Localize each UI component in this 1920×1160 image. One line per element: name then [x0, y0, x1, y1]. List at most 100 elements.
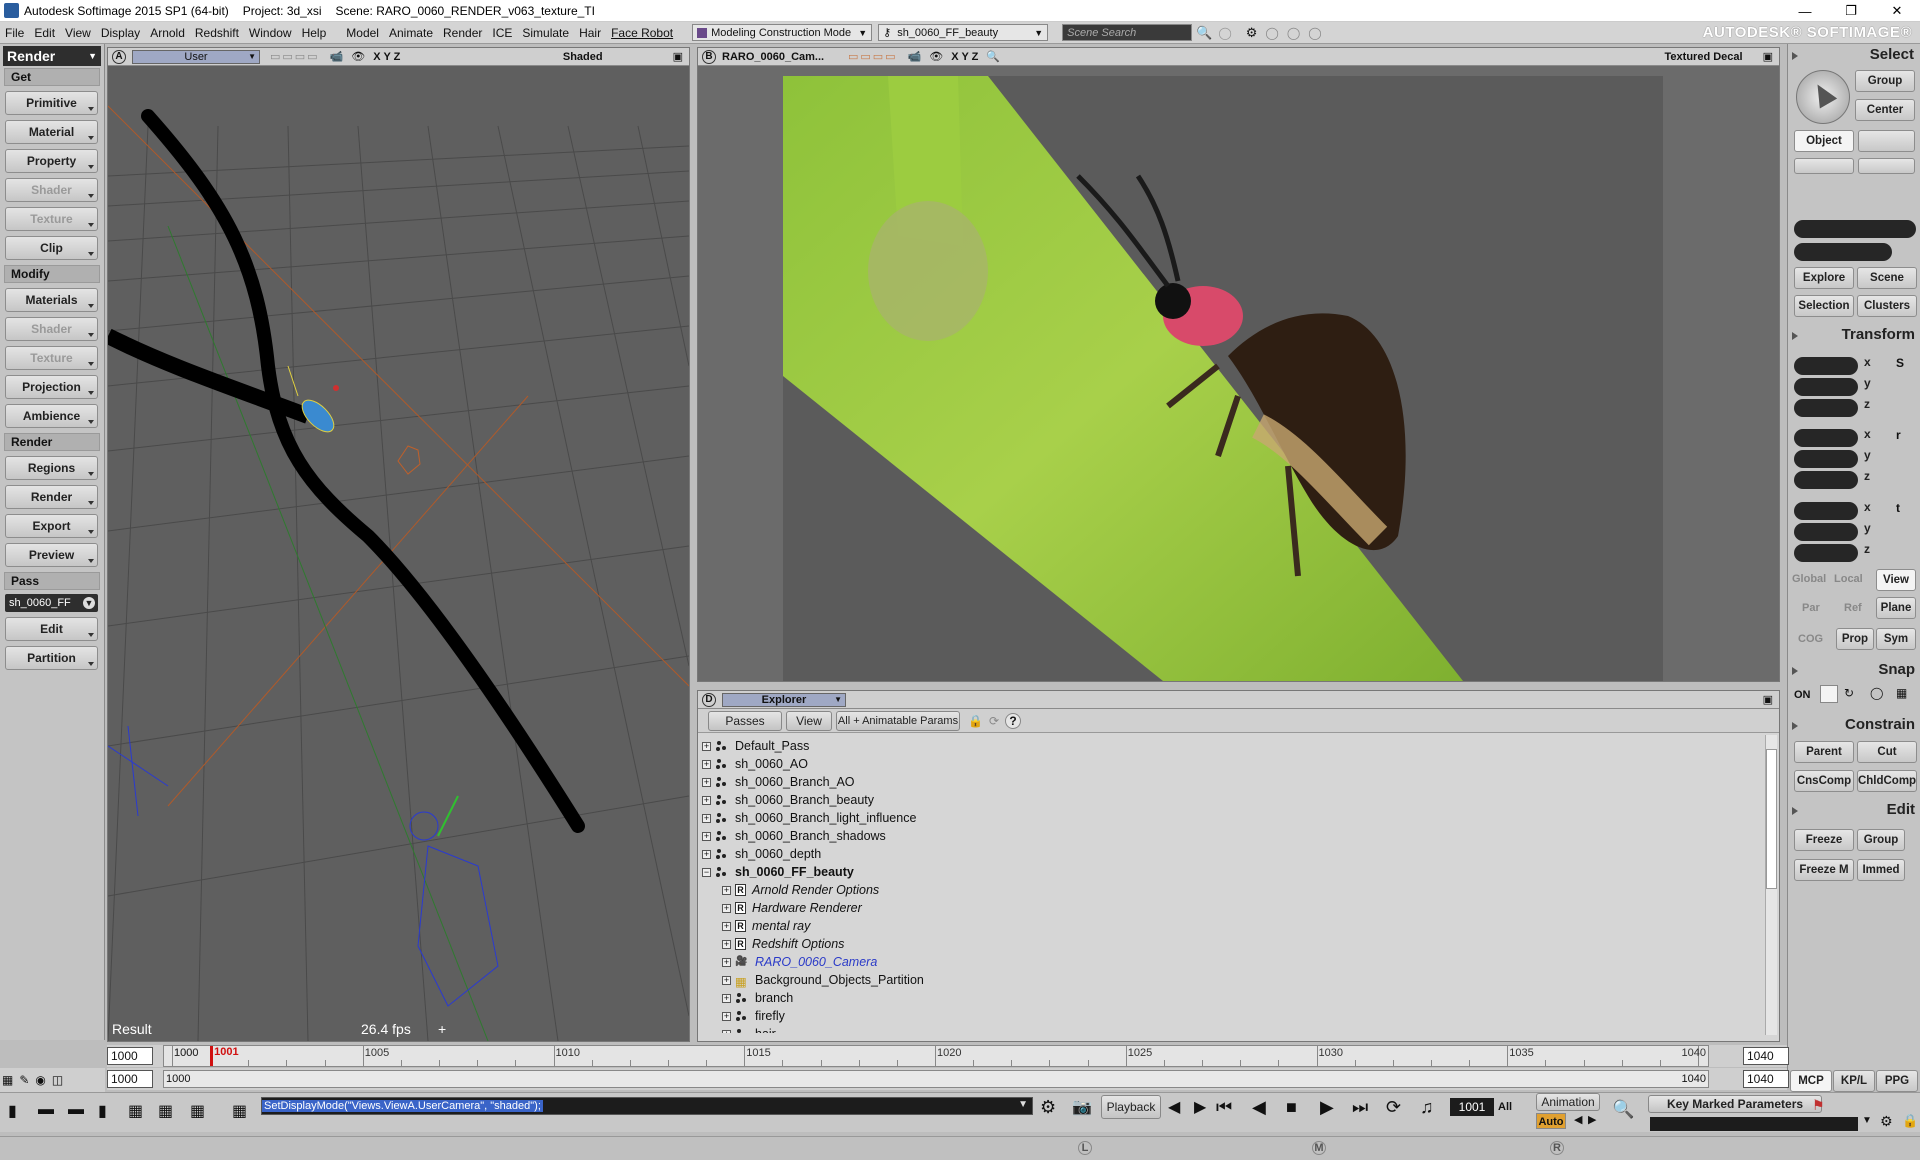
menu-arnold[interactable]: Arnold [145, 26, 190, 40]
range-end-field[interactable]: 1040 [1743, 1070, 1789, 1088]
rotate-x-field[interactable] [1794, 429, 1858, 447]
stop-icon[interactable]: ■ [1286, 1097, 1297, 1118]
ref-toggle[interactable]: Ref [1844, 602, 1862, 614]
select-tool-icon[interactable] [1796, 70, 1850, 124]
expand-icon[interactable]: + [702, 813, 711, 823]
modify-texture-button[interactable]: Texture [5, 346, 98, 370]
parent-button[interactable]: Parent [1794, 741, 1854, 763]
current-frame-field[interactable]: 1001 [1450, 1098, 1494, 1116]
menu-model[interactable]: Model [341, 26, 384, 40]
audio-icon[interactable]: ♫ [1420, 1097, 1434, 1118]
scale-z-field[interactable] [1794, 399, 1858, 417]
render-view-canvas[interactable] [698, 66, 1779, 681]
view-toggle[interactable]: View [1876, 569, 1916, 591]
tree-item[interactable]: + sh_0060_Branch_light_influence [702, 809, 1779, 827]
search-icon[interactable]: 🔍 [1196, 25, 1212, 41]
last-frame-icon[interactable]: ⏭ [1352, 1097, 1368, 1118]
layout-icon-2[interactable]: ▬ [38, 1101, 54, 1119]
key-param-field[interactable] [1650, 1117, 1858, 1131]
plane-toggle[interactable]: Plane [1876, 597, 1916, 619]
menu-hair[interactable]: Hair [574, 26, 606, 40]
partition-button[interactable]: Partition [5, 646, 98, 670]
snap-point-icon[interactable] [1820, 685, 1838, 703]
preview-button[interactable]: Preview [5, 543, 98, 567]
viewport-b[interactable]: B RARO_0060_Cam... ▭▭▭▭ 📹 👁 X Y Z 🔍 Text… [697, 47, 1780, 682]
tree-item[interactable]: + sh_0060_depth [702, 845, 1779, 863]
tree-item[interactable]: + Default_Pass [702, 737, 1779, 755]
search-clear-icon[interactable]: ◯ [1218, 26, 1231, 40]
translate-y-field[interactable] [1794, 523, 1858, 541]
camera-icon[interactable]: 📹 [908, 50, 922, 63]
translate-z-field[interactable] [1794, 544, 1858, 562]
cnscomp-button[interactable]: CnsComp [1794, 770, 1854, 792]
viewport-a[interactable]: A User ▼ ▭▭▭▭ 📹 👁 X Y Z Shaded ▣ Result … [107, 47, 690, 1042]
local-toggle[interactable]: Local [1834, 573, 1863, 585]
globe-tool-icon[interactable]: ◉ [35, 1073, 45, 1087]
scale-y-field[interactable] [1794, 378, 1858, 396]
refresh-icon[interactable]: ⟳ [989, 714, 999, 728]
pass-selector[interactable]: sh_0060_FF ▼ [5, 594, 98, 612]
select-object-button[interactable]: Object [1794, 130, 1854, 152]
pass-dropdown[interactable]: ⚷ sh_0060_FF_beauty ▼ [878, 24, 1049, 41]
key-prev-icon[interactable]: ◀ [1574, 1113, 1582, 1126]
layout-tool-icon[interactable]: ◫ [52, 1073, 63, 1087]
viewport-b-letter[interactable]: B [702, 49, 716, 64]
par-toggle[interactable]: Par [1802, 602, 1820, 614]
tree-item[interactable]: + sh_0060_Branch_beauty [702, 791, 1779, 809]
scale-y-label[interactable]: y [1864, 376, 1871, 390]
timeline[interactable]: 1000 1000 1005 1010 1015 1020 1025 1030 1035 100… [107, 1045, 1789, 1067]
tree-item[interactable]: + sh_0060_Branch_shadows [702, 827, 1779, 845]
rotate-y-field[interactable] [1794, 450, 1858, 468]
maximize-icon[interactable]: ▣ [1763, 50, 1773, 63]
expand-icon[interactable]: + [702, 777, 711, 787]
range-bar[interactable]: 1000 1040 [163, 1070, 1709, 1088]
translate-z-label[interactable]: z [1864, 542, 1870, 556]
snapshot-icon[interactable]: 📷 [1072, 1097, 1092, 1117]
explorer-letter[interactable]: D [702, 692, 716, 707]
expand-icon[interactable]: + [722, 903, 731, 913]
camera-icon[interactable]: 📹 [330, 50, 344, 63]
scale-z-label[interactable]: z [1864, 397, 1870, 411]
rotate-x-label[interactable]: x [1864, 427, 1871, 441]
rotate-y-label[interactable]: y [1864, 448, 1871, 462]
clip-button[interactable]: Clip [5, 236, 98, 260]
translate-x-label[interactable]: x [1864, 500, 1871, 514]
scene-button[interactable]: Scene [1857, 267, 1917, 289]
viewport-b-toolbar-icons[interactable]: ▭▭▭▭ [848, 50, 898, 63]
primitive-button[interactable]: Primitive [5, 91, 98, 115]
viewport-toolbar-icons[interactable]: ▭▭▭▭ [270, 50, 320, 63]
axes-b-label[interactable]: X Y Z [951, 51, 978, 63]
chldcomp-button[interactable]: ChldComp [1857, 770, 1917, 792]
layout-icon-8[interactable]: ▦ [232, 1101, 247, 1121]
maximize-icon[interactable]: ▣ [1763, 693, 1773, 706]
lock-icon[interactable]: 🔒 [1902, 1113, 1918, 1129]
camera-dropdown[interactable]: User ▼ [132, 49, 260, 64]
material-button[interactable]: Material [5, 120, 98, 144]
chevron-down-icon[interactable]: ▼ [1018, 1099, 1028, 1110]
menu-display[interactable]: Display [96, 26, 145, 40]
tree-item[interactable]: + 🎥 RARO_0060_Camera [702, 953, 1779, 971]
zoom-icon[interactable]: 🔍 [986, 50, 1000, 63]
select-blank-button[interactable] [1858, 130, 1915, 152]
range-start-field[interactable]: 1000 [107, 1070, 153, 1088]
auto-key-toggle[interactable]: Auto [1536, 1113, 1566, 1129]
key-icon[interactable]: 🔍 [1612, 1099, 1634, 1120]
timeline-ruler[interactable]: 1000 1005 1010 1015 1020 1025 1030 1035 1001 1040… [163, 1045, 1709, 1067]
restore-icon[interactable]: ❐ [1828, 0, 1874, 22]
expand-icon[interactable]: + [722, 885, 731, 895]
explorer-tree[interactable]: + Default_Pass + sh_0060_AO + sh_0060_Branch_… [698, 733, 1779, 1033]
snap-circle-icon[interactable]: ◯ [1870, 686, 1883, 700]
close-icon[interactable]: ✕ [1874, 0, 1920, 22]
tab-kpl[interactable]: KP/L [1833, 1070, 1875, 1092]
camera-b-label[interactable]: RARO_0060_Cam... [722, 51, 844, 63]
module-selector[interactable]: Render ▼ [3, 46, 101, 66]
expand-icon[interactable]: + [702, 849, 711, 859]
key-marked-button[interactable]: Key Marked Parameters [1648, 1095, 1822, 1113]
menu-ice[interactable]: ICE [487, 26, 517, 40]
explorer-dropdown[interactable]: Explorer ▼ [722, 692, 846, 707]
playback-button[interactable]: Playback [1101, 1095, 1161, 1119]
help-icon[interactable]: ? [1005, 712, 1022, 729]
chevron-down-icon[interactable]: ▼ [1862, 1115, 1872, 1126]
snap-curve-icon[interactable]: ↻ [1844, 686, 1854, 700]
materials-button[interactable]: Materials [5, 288, 98, 312]
